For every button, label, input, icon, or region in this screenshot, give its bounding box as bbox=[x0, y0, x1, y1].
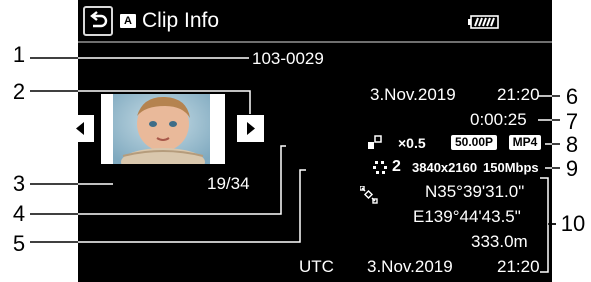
callout-lines bbox=[30, 57, 560, 273]
